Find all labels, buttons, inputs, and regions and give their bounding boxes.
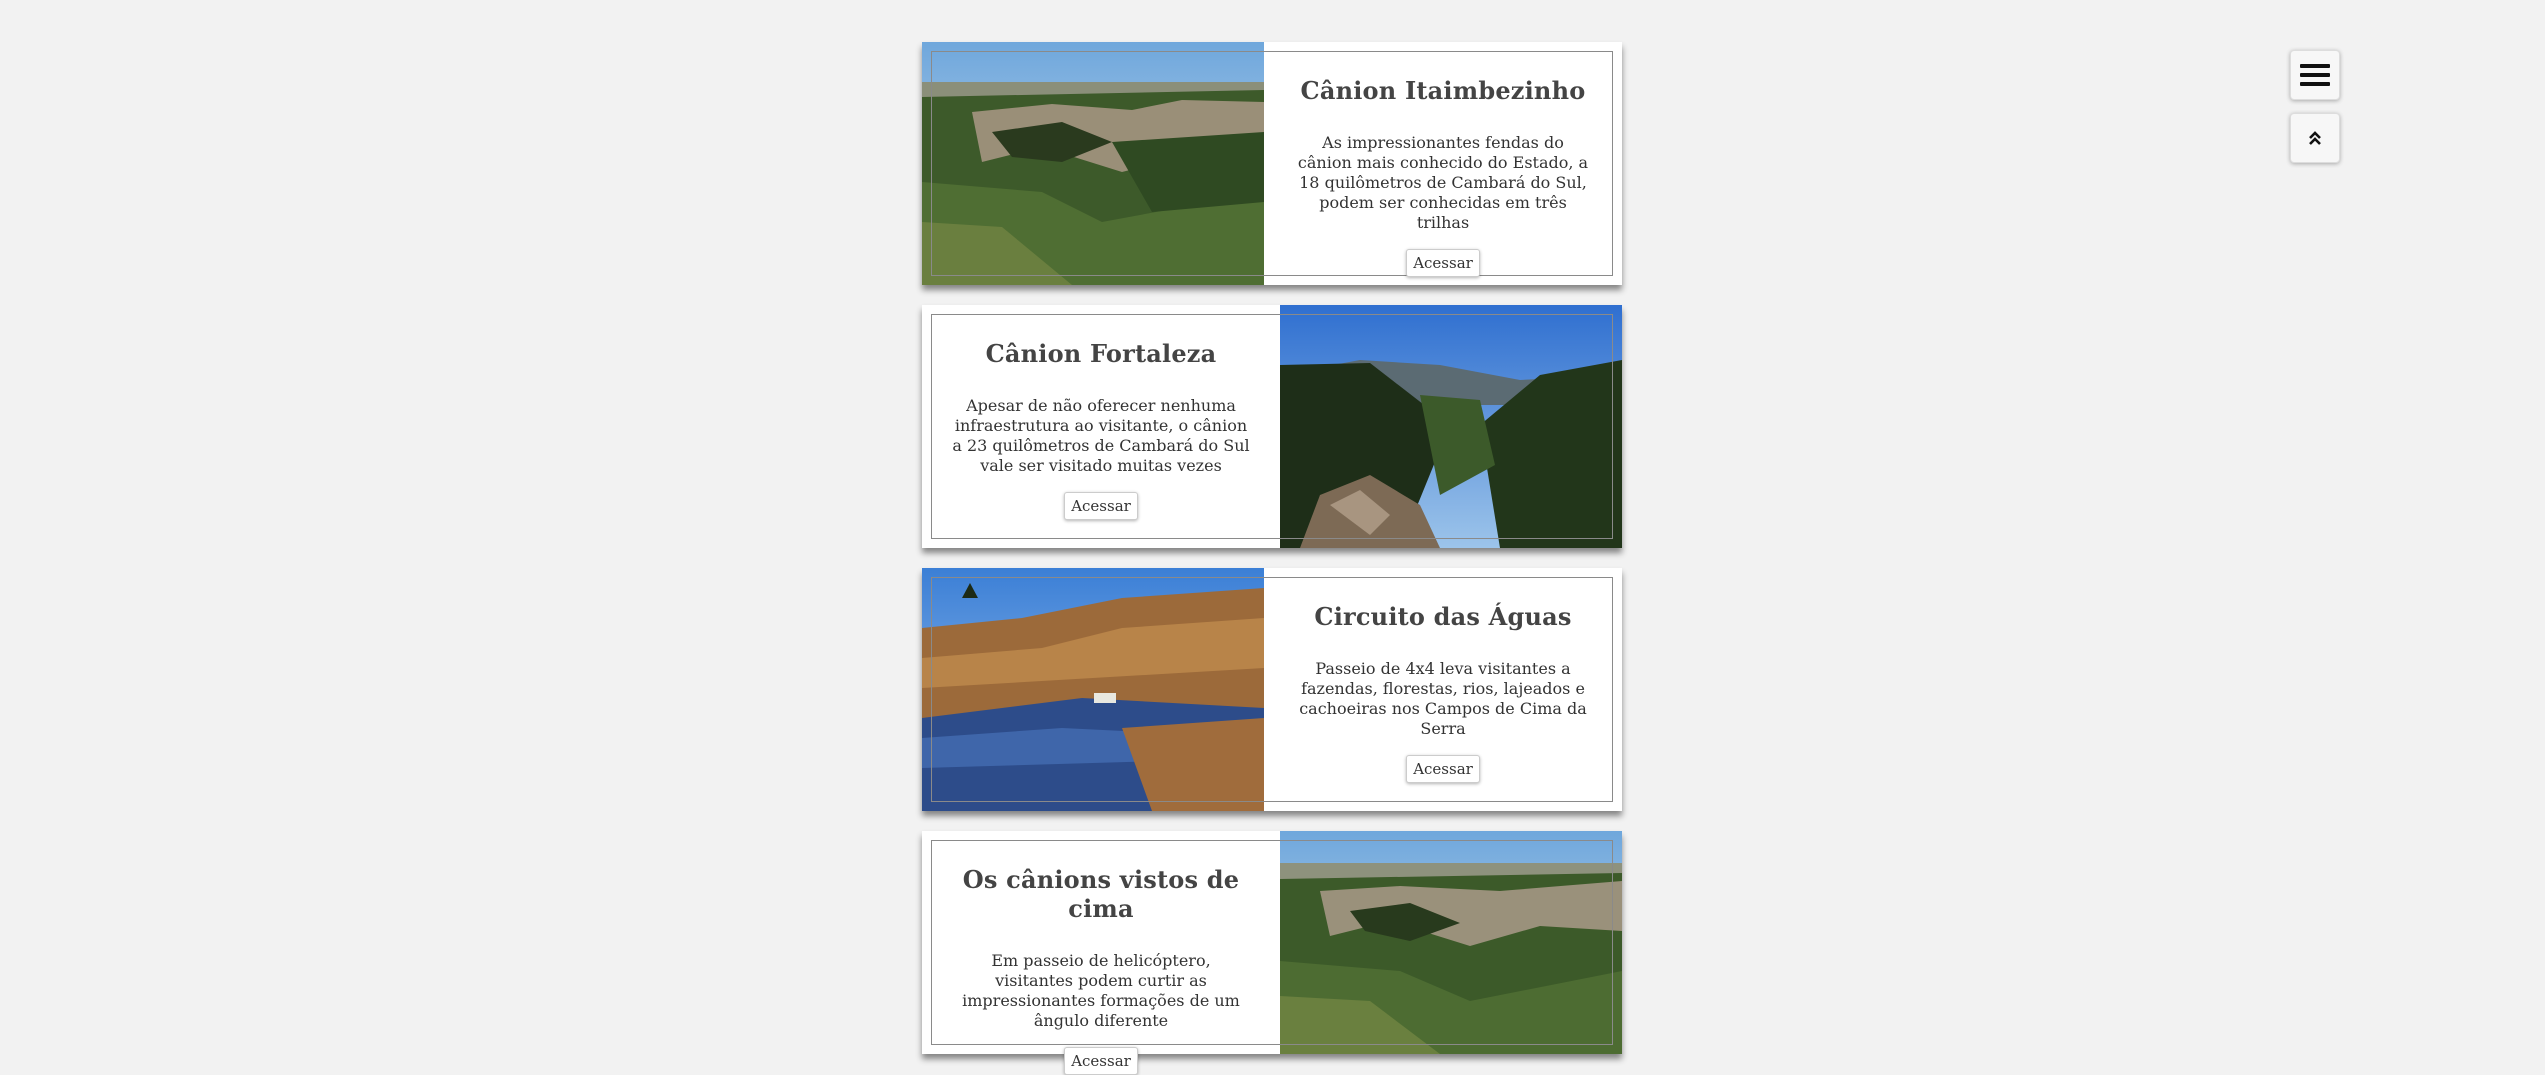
attraction-card: Os cânions vistos de cima Em passeio de … <box>922 831 1622 1075</box>
attraction-card: Cânion Itaimbezinho As impressionantes f… <box>922 42 1622 285</box>
card-title: Circuito das Águas <box>1314 602 1572 631</box>
canyon-fortaleza-photo <box>1280 305 1622 548</box>
card-description: As impressionantes fendas do cânion mais… <box>1297 133 1589 232</box>
attraction-card: Circuito das Águas Passeio de 4x4 leva v… <box>922 568 1622 811</box>
card-content: Cânion Itaimbezinho As impressionantes f… <box>1264 42 1622 285</box>
attraction-card: Cânion Fortaleza Apesar de não oferecer … <box>922 305 1622 548</box>
access-button[interactable]: Acessar <box>1064 1047 1138 1075</box>
scroll-top-button[interactable] <box>2290 113 2340 163</box>
double-chevron-up-icon <box>2309 131 2321 145</box>
access-button[interactable]: Acessar <box>1406 249 1480 277</box>
card-title: Cânion Fortaleza <box>985 339 1217 368</box>
card-description: Apesar de não oferecer nenhuma infraestr… <box>952 396 1250 475</box>
attractions-feed: Cânion Itaimbezinho As impressionantes f… <box>922 42 1622 1075</box>
card-content: Os cânions vistos de cima Em passeio de … <box>922 831 1280 1075</box>
circuito-das-aguas-photo <box>922 568 1264 811</box>
card-description: Passeio de 4x4 leva visitantes a fazenda… <box>1299 659 1587 738</box>
card-content: Cânion Fortaleza Apesar de não oferecer … <box>922 305 1280 548</box>
menu-button[interactable] <box>2290 50 2340 100</box>
access-button[interactable]: Acessar <box>1406 755 1480 783</box>
card-content: Circuito das Águas Passeio de 4x4 leva v… <box>1264 568 1622 811</box>
canyons-aerial-photo <box>1280 831 1622 1054</box>
hamburger-menu-icon <box>2300 64 2330 86</box>
card-title: Os cânions vistos de cima <box>962 865 1240 923</box>
access-button[interactable]: Acessar <box>1064 492 1138 520</box>
card-title: Cânion Itaimbezinho <box>1300 76 1586 105</box>
card-description: Em passeio de helicóptero, visitantes po… <box>962 951 1240 1030</box>
canyon-itaimbezinho-photo <box>922 42 1264 285</box>
